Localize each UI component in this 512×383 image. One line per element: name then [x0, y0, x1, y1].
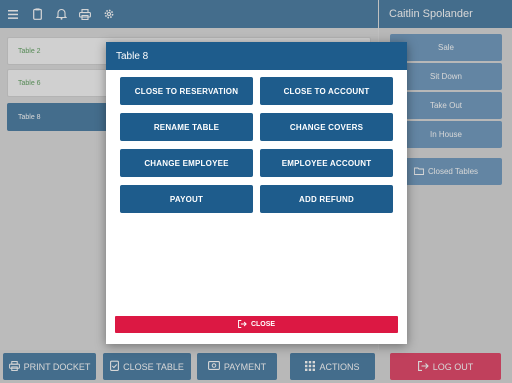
rename-table-button[interactable]: RENAME TABLE — [120, 113, 253, 141]
close-label: CLOSE — [250, 321, 276, 328]
close-to-account-button[interactable]: CLOSE TO ACCOUNT — [260, 77, 393, 105]
table-actions-dialog: Table 8 CLOSE TO RESERVATION CLOSE TO AC… — [106, 42, 407, 344]
change-covers-button[interactable]: CHANGE COVERS — [260, 113, 393, 141]
add-refund-button[interactable]: ADD REFUND — [260, 185, 393, 213]
close-to-reservation-button[interactable]: CLOSE TO RESERVATION — [120, 77, 253, 105]
logout-icon — [238, 319, 247, 330]
payout-button[interactable]: PAYOUT — [120, 185, 253, 213]
employee-account-button[interactable]: EMPLOYEE ACCOUNT — [260, 149, 393, 177]
dialog-close-button[interactable]: CLOSE — [115, 316, 398, 333]
dialog-title: Table 8 — [106, 42, 407, 70]
change-employee-button[interactable]: CHANGE EMPLOYEE — [120, 149, 253, 177]
